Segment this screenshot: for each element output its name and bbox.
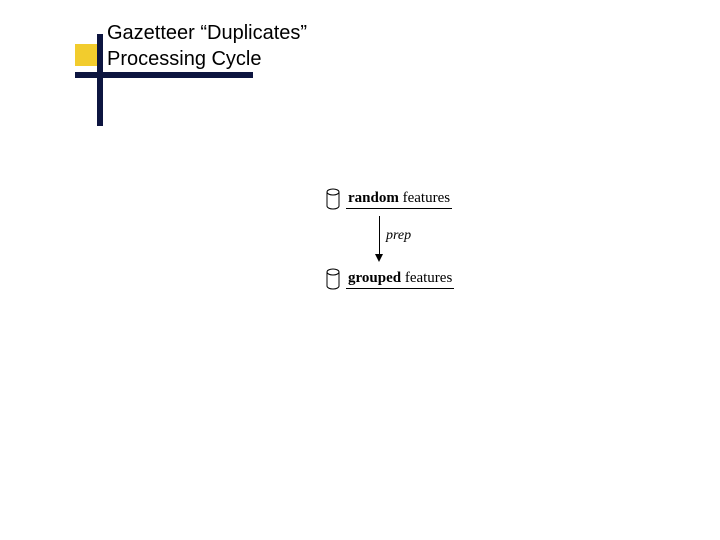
accent-bar-vertical	[97, 34, 103, 126]
node-label-strong: grouped	[348, 270, 401, 286]
flow-edge-prep: prep	[326, 216, 586, 264]
cylinder-icon	[326, 188, 340, 210]
node-label: random features	[346, 189, 452, 209]
node-random-features: random features	[326, 188, 586, 210]
edge-label: prep	[386, 228, 411, 244]
flow-diagram: random features prep grouped features	[326, 188, 586, 290]
accent-bar-horizontal	[75, 72, 253, 78]
accent-square-yellow	[75, 44, 97, 66]
slide-title-line1: Gazetteer “Duplicates”	[107, 22, 307, 44]
cylinder-icon	[326, 268, 340, 290]
node-label-rest: features	[399, 190, 450, 206]
node-grouped-features: grouped features	[326, 268, 586, 290]
node-label: grouped features	[346, 269, 454, 289]
slide-title: Gazetteer “Duplicates” Processing Cycle	[107, 20, 307, 72]
slide-title-line2: Processing Cycle	[107, 48, 262, 70]
node-label-rest: features	[401, 270, 452, 286]
arrow-head-icon	[375, 254, 383, 262]
node-label-strong: random	[348, 190, 399, 206]
arrow-shaft	[379, 216, 380, 256]
